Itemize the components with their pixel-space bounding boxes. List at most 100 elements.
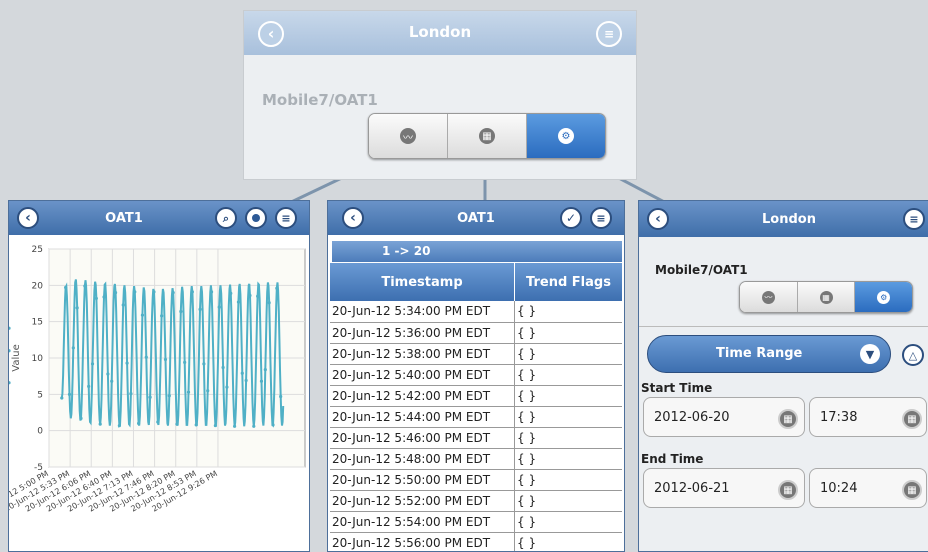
chevron-left-icon: ‹ <box>350 210 356 226</box>
trend-flags-cell: { } <box>514 490 622 512</box>
column-header-timestamp[interactable]: Timestamp <box>330 263 515 301</box>
time-range-select[interactable]: Time Range ▼ <box>647 335 891 373</box>
data-point <box>279 394 283 399</box>
range-bar[interactable]: 1 -> 20 <box>332 241 622 262</box>
table-view-button[interactable]: ▦ <box>797 282 856 312</box>
timestamp-cell: 20-Jun-12 5:44:00 PM EDT <box>330 406 515 428</box>
menu-button[interactable]: ≡ <box>590 207 612 229</box>
table-row[interactable]: 20-Jun-12 5:52:00 PM EDT{ } <box>330 490 622 512</box>
data-point <box>217 305 221 309</box>
table-title: OAT1 <box>457 211 495 226</box>
start-time-field[interactable]: 17:38 ▦ <box>809 397 927 437</box>
data-point <box>87 384 91 388</box>
start-date-field[interactable]: 2012-06-20 ▦ <box>643 397 805 437</box>
data-point <box>252 424 256 428</box>
table-row[interactable]: 20-Jun-12 5:54:00 PM EDT{ } <box>330 511 622 533</box>
table-row[interactable]: 20-Jun-12 5:38:00 PM EDT{ } <box>330 343 622 365</box>
collapse-button[interactable]: △ <box>902 344 924 366</box>
data-point <box>271 423 275 427</box>
table-panel: ‹ OAT1 ✓ ≡ 1 -> 20 Timestamp Trend Flags… <box>327 200 625 552</box>
record-button[interactable] <box>245 207 267 229</box>
data-point <box>129 392 133 396</box>
zoom-icon: ⌕ <box>222 211 230 225</box>
data-point <box>144 355 148 359</box>
settings-title: London <box>762 212 816 227</box>
chevron-down-icon: ▼ <box>865 347 875 361</box>
grid-icon: ▦ <box>479 128 495 144</box>
timestamp-cell: 20-Jun-12 5:48:00 PM EDT <box>330 448 515 470</box>
table-header: ‹ OAT1 ✓ ≡ <box>328 201 624 235</box>
table-row[interactable]: 20-Jun-12 5:34:00 PM EDT{ } <box>330 301 622 323</box>
data-point <box>236 300 241 304</box>
back-button[interactable]: ‹ <box>17 207 39 229</box>
data-point <box>137 421 141 425</box>
settings-view-button[interactable]: ⚙ <box>527 114 605 158</box>
y-tick-label: 10 <box>32 354 44 364</box>
trend-flags-cell: { } <box>514 469 622 491</box>
data-point <box>90 362 95 366</box>
data-point <box>179 309 183 314</box>
table-row[interactable]: 20-Jun-12 5:36:00 PM EDT{ } <box>330 322 622 344</box>
trend-flags-cell: { } <box>514 448 622 470</box>
table-row[interactable]: 20-Jun-12 5:44:00 PM EDT{ } <box>330 406 622 428</box>
table-row[interactable]: 20-Jun-12 5:48:00 PM EDT{ } <box>330 448 622 470</box>
circle-icon <box>252 214 260 222</box>
dropdown-button: ▼ <box>860 344 880 364</box>
table-row[interactable]: 20-Jun-12 5:56:00 PM EDT{ } <box>330 532 622 551</box>
settings-view-switcher: 〰 ▦ ⚙ <box>739 281 913 313</box>
timestamp-cell: 20-Jun-12 5:52:00 PM EDT <box>330 490 515 512</box>
end-time-field[interactable]: 10:24 ▦ <box>809 468 927 508</box>
page-title: London <box>408 23 472 41</box>
menu-button[interactable]: ≡ <box>275 207 297 229</box>
data-point <box>71 346 75 350</box>
end-date-field[interactable]: 2012-06-21 ▦ <box>643 468 805 508</box>
view-switcher: 〰 ▦ ⚙ <box>368 113 606 159</box>
data-point <box>244 378 248 383</box>
data-point <box>140 313 145 317</box>
y-tick-label: 20 <box>32 281 44 291</box>
data-point <box>229 291 233 295</box>
end-time-value: 10:24 <box>820 481 858 496</box>
table-row[interactable]: 20-Jun-12 5:50:00 PM EDT{ } <box>330 469 622 491</box>
column-header-trend-flags[interactable]: Trend Flags <box>514 263 622 301</box>
data-point <box>98 422 102 426</box>
timestamp-cell: 20-Jun-12 5:38:00 PM EDT <box>330 343 515 365</box>
y-axis-label: Value <box>11 344 22 371</box>
calendar-icon[interactable]: ▦ <box>778 409 798 429</box>
table-row[interactable]: 20-Jun-12 5:42:00 PM EDT{ } <box>330 385 622 407</box>
zoom-button[interactable]: ⌕ <box>215 207 237 229</box>
clock-icon[interactable]: ▦ <box>902 480 922 500</box>
menu-icon: ≡ <box>281 211 291 225</box>
table-view-button[interactable]: ▦ <box>448 114 527 158</box>
data-point <box>206 389 210 393</box>
settings-header: ‹ London ≡ <box>639 201 928 237</box>
back-button[interactable]: ‹ <box>342 207 364 229</box>
calendar-icon[interactable]: ▦ <box>778 480 798 500</box>
trend-flags-cell: { } <box>514 532 622 551</box>
data-point <box>121 303 125 307</box>
data-point <box>9 381 11 385</box>
trend-flags-cell: { } <box>514 511 622 533</box>
chart-view-button[interactable]: 〰 <box>740 282 798 312</box>
chart-panel: ‹ OAT1 ⌕ ≡ 25 20 15 10 5 0 -5 20-Jun-12 5:00 PM… <box>8 200 310 552</box>
data-point <box>209 290 214 294</box>
data-point <box>133 290 137 294</box>
table-row[interactable]: 20-Jun-12 5:46:00 PM EDT{ } <box>330 427 622 449</box>
menu-button[interactable]: ≡ <box>903 208 925 230</box>
gear-icon: ⚙ <box>558 128 574 144</box>
data-point <box>125 361 129 365</box>
chart-view-button[interactable]: 〰 <box>369 114 448 158</box>
back-button[interactable]: ‹ <box>647 208 669 230</box>
data-point <box>152 290 156 294</box>
menu-button[interactable]: ≡ <box>596 21 622 47</box>
confirm-button[interactable]: ✓ <box>560 207 582 229</box>
triangle-up-icon: △ <box>908 348 918 362</box>
start-date-value: 2012-06-20 <box>654 410 730 425</box>
clock-icon[interactable]: ▦ <box>902 409 922 429</box>
table-row[interactable]: 20-Jun-12 5:40:00 PM EDT{ } <box>330 364 622 386</box>
trend-flags-cell: { } <box>514 406 622 428</box>
time-range-label: Time Range <box>716 346 803 361</box>
settings-view-button[interactable]: ⚙ <box>855 282 912 312</box>
data-point <box>64 285 68 290</box>
timestamp-cell: 20-Jun-12 5:56:00 PM EDT <box>330 532 515 551</box>
